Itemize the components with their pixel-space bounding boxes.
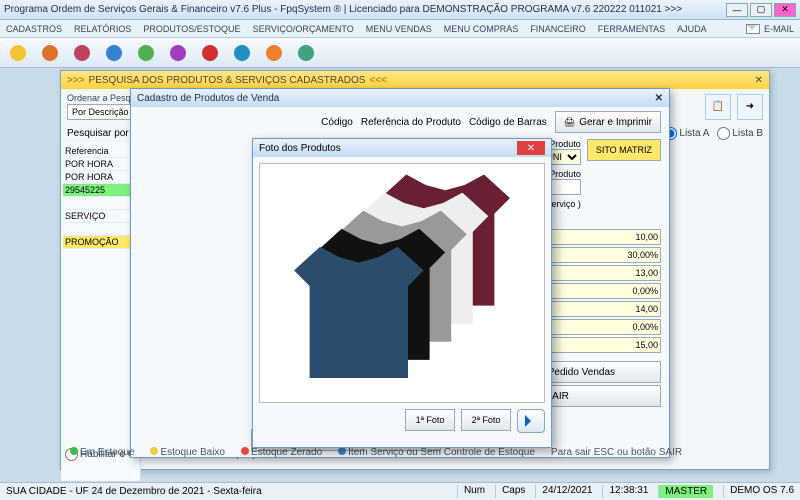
foto-close-button[interactable]: ✕ xyxy=(517,141,545,155)
tb-btn-3[interactable] xyxy=(68,40,96,66)
search-title: PESQUISA DOS PRODUTOS & SERVIÇOS CADASTR… xyxy=(89,75,366,86)
status-master: MASTER xyxy=(658,485,713,498)
legend-esc: Para sair ESC ou botão SAIR xyxy=(551,447,682,458)
search-close-icon[interactable]: ✕ xyxy=(755,75,763,86)
cadastro-close-icon[interactable]: ✕ xyxy=(655,93,663,104)
maximize-button[interactable]: ▢ xyxy=(750,3,772,17)
menu-produtos[interactable]: PRODUTOS/ESTOQUE xyxy=(143,24,240,34)
status-time: 12:38:31 xyxy=(602,485,648,498)
segunda-foto-button[interactable]: 2ª Foto xyxy=(461,409,511,431)
primeira-foto-button[interactable]: 1ª Foto xyxy=(405,409,455,431)
gerar-imprimir-button[interactable]: 🖨 Gerar e Imprimir xyxy=(555,111,661,133)
tb-btn-7[interactable] xyxy=(196,40,224,66)
cadastro-title: Cadastro de Produtos de Venda xyxy=(137,93,279,104)
status-date: 24/12/2021 xyxy=(535,485,592,498)
tb-btn-10[interactable] xyxy=(292,40,320,66)
margem-avista-input[interactable] xyxy=(540,247,661,263)
foto-title-text: Foto dos Produtos xyxy=(259,143,341,154)
valor-prazo-input[interactable] xyxy=(540,301,661,317)
margem-prazo-input[interactable] xyxy=(540,283,661,299)
list-item[interactable]: POR HORA xyxy=(63,158,138,171)
tb-btn-6[interactable] xyxy=(164,40,192,66)
legend-sem-controle: Item Serviço ou Sem Controle de Estoque xyxy=(348,447,535,458)
ref-label: Referência do Produto xyxy=(361,117,461,128)
menu-financeiro[interactable]: FINANCEIRO xyxy=(530,24,586,34)
menu-servico[interactable]: SERVIÇO/ORÇAMENTO xyxy=(253,24,354,34)
codigo-label: Código xyxy=(321,117,353,128)
tb-btn-2[interactable] xyxy=(36,40,64,66)
foto-titlebar[interactable]: Foto dos Produtos ✕ xyxy=(253,139,551,157)
envelope-icon xyxy=(746,24,760,34)
col-header: Referencia xyxy=(63,145,138,158)
status-demo: DEMO OS 7.6 xyxy=(723,485,794,498)
foto-image xyxy=(259,163,545,403)
menu-vendas[interactable]: MENU VENDAS xyxy=(366,24,432,34)
legend-baixo: Estoque Baixo xyxy=(160,447,225,458)
search-titlebar: >>> PESQUISA DOS PRODUTOS & SERVIÇOS CAD… xyxy=(61,71,769,89)
margem-atacado-input[interactable] xyxy=(540,319,661,335)
list-item[interactable] xyxy=(63,223,138,236)
relacao-button[interactable]: 📋 xyxy=(705,94,731,120)
tb-btn-9[interactable] xyxy=(260,40,288,66)
sair-search-button[interactable]: ➜ xyxy=(737,94,763,120)
chevron-icon: >>> xyxy=(67,75,85,86)
legend: Em Estoque Estoque Baixo Estoque Zerado … xyxy=(70,447,790,458)
list-item[interactable] xyxy=(63,197,138,210)
list-item-selected[interactable]: 29545225 xyxy=(63,184,138,197)
legend-zerado: Estoque Zerado xyxy=(251,447,322,458)
list-item[interactable]: PROMOÇÃO xyxy=(63,236,138,249)
custo-input[interactable] xyxy=(540,229,661,245)
tb-btn-4[interactable] xyxy=(100,40,128,66)
status-num: Num xyxy=(457,485,485,498)
main-toolbar xyxy=(0,38,800,68)
minimize-button[interactable]: — xyxy=(726,3,748,17)
menu-cadastros[interactable]: CADASTROS xyxy=(6,24,62,34)
tb-btn-1[interactable] xyxy=(4,40,32,66)
menu-relatorios[interactable]: RELATÓRIOS xyxy=(74,24,131,34)
lista-a-radio[interactable]: Lista A xyxy=(664,127,709,140)
tb-btn-5[interactable] xyxy=(132,40,160,66)
tb-btn-8[interactable] xyxy=(228,40,256,66)
barras-label: Código de Barras xyxy=(469,117,547,128)
chevron-icon: <<< xyxy=(369,75,387,86)
email-label: E-MAIL xyxy=(764,24,794,34)
status-date-text: SUA CIDADE - UF 24 de Dezembro de 2021 -… xyxy=(6,486,262,497)
foto-window: Foto dos Produtos ✕ 1ª Foto 2ª Foto xyxy=(252,138,552,448)
menubar: CADASTROS RELATÓRIOS PRODUTOS/ESTOQUE SE… xyxy=(0,20,800,38)
app-titlebar: Programa Ordem de Serviços Gerais & Fina… xyxy=(0,0,800,20)
status-caps: Caps xyxy=(495,485,525,498)
arrow-right-icon xyxy=(525,415,537,427)
valor-atacado-input[interactable] xyxy=(540,337,661,353)
workspace: >>> PESQUISA DOS PRODUTOS & SERVIÇOS CAD… xyxy=(0,68,800,482)
cadastro-titlebar: Cadastro de Produtos de Venda ✕ xyxy=(131,89,669,107)
app-title: Programa Ordem de Serviços Gerais & Fina… xyxy=(4,4,726,15)
lista-b-radio[interactable]: Lista B xyxy=(717,127,763,140)
list-item[interactable]: POR HORA xyxy=(63,171,138,184)
legend-em-estoque: Em Estoque xyxy=(80,447,134,458)
menu-compras[interactable]: MENU COMPRAS xyxy=(444,24,519,34)
menu-email[interactable]: E-MAIL xyxy=(746,24,794,34)
next-foto-button[interactable] xyxy=(517,409,545,433)
result-list: Referencia POR HORA POR HORA 29545225 SE… xyxy=(61,143,141,481)
menu-ajuda[interactable]: AJUDA xyxy=(677,24,707,34)
statusbar: SUA CIDADE - UF 24 de Dezembro de 2021 -… xyxy=(0,482,800,500)
menu-ferramentas[interactable]: FERRAMENTAS xyxy=(598,24,665,34)
sito-matriz-button[interactable]: SITO MATRIZ xyxy=(587,139,661,161)
close-button[interactable]: ✕ xyxy=(774,3,796,17)
list-item[interactable]: SERVIÇO xyxy=(63,210,138,223)
valor-avista-input[interactable] xyxy=(540,265,661,281)
